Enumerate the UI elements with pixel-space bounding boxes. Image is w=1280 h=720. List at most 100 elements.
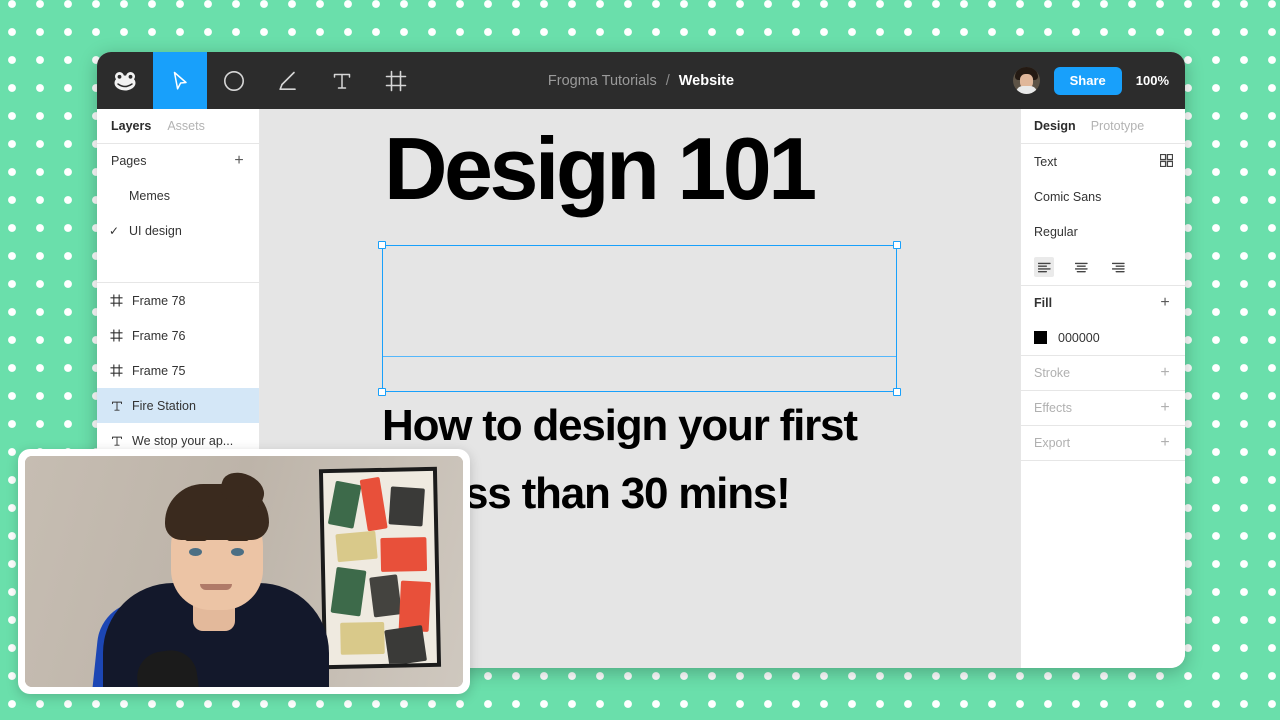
art-shape — [327, 480, 362, 529]
fill-label: Fill — [1034, 296, 1053, 310]
text-tool[interactable] — [315, 52, 369, 109]
layers-list: Frame 78 Frame 76 Frame 75 Fire Station … — [97, 282, 259, 458]
canvas-subtitle-line-1[interactable]: How to design your first — [382, 404, 858, 448]
pages-header: Pages + — [97, 144, 259, 178]
art-shape — [398, 580, 432, 632]
art-shape — [330, 566, 367, 617]
presenter-brow-left — [185, 536, 207, 541]
properties-panel: Design Prototype Text Comic Sans Regular… — [1020, 109, 1185, 668]
art-shape — [340, 621, 385, 655]
resize-handle-top-right[interactable] — [893, 241, 901, 249]
font-weight-value: Regular — [1034, 224, 1078, 239]
avatar-shirt — [1015, 86, 1037, 94]
presenter-eye-left — [189, 548, 202, 556]
fill-section-header: Fill + — [1021, 285, 1185, 320]
pages-label: Pages — [111, 154, 147, 168]
layer-row[interactable]: Frame 76 — [97, 318, 259, 353]
effects-section-header: Effects + — [1021, 390, 1185, 425]
frame-icon — [109, 364, 124, 377]
art-shape — [384, 624, 428, 667]
zoom-level[interactable]: 100% — [1136, 73, 1169, 88]
selection-bounding-box — [378, 241, 901, 396]
canvas-heading-text[interactable]: Design 101 — [384, 125, 817, 213]
font-family-field[interactable]: Comic Sans — [1021, 179, 1185, 214]
presenter-mouth — [200, 584, 232, 590]
add-fill-button[interactable]: + — [1157, 295, 1173, 311]
resize-handle-bottom-right[interactable] — [893, 388, 901, 396]
text-icon — [109, 435, 124, 447]
art-shape — [369, 574, 402, 618]
align-center-icon[interactable] — [1071, 257, 1091, 277]
text-icon — [109, 400, 124, 412]
check-icon: ✓ — [109, 223, 120, 238]
page-label: UI design — [129, 223, 182, 238]
shape-tool[interactable] — [207, 52, 261, 109]
art-shape — [388, 486, 425, 527]
page-label: Memes — [129, 188, 170, 203]
breadcrumb-separator: / — [665, 72, 670, 89]
pages-spacer — [97, 248, 259, 282]
art-shape — [380, 537, 428, 572]
breadcrumb-file[interactable]: Website — [679, 73, 734, 89]
text-baseline-guide — [383, 356, 896, 357]
layer-label: Fire Station — [132, 398, 196, 413]
art-shape — [335, 530, 378, 563]
wallpaper-background: Frogma Tutorials / Website Share 100% La… — [0, 0, 1280, 720]
move-tool[interactable] — [153, 52, 207, 109]
layer-row[interactable]: Frame 75 — [97, 353, 259, 388]
effects-label: Effects — [1034, 401, 1072, 415]
stroke-label: Stroke — [1034, 366, 1071, 380]
tab-prototype[interactable]: Prototype — [1091, 119, 1145, 133]
resize-handle-bottom-left[interactable] — [378, 388, 386, 396]
add-page-button[interactable]: + — [231, 153, 247, 169]
breadcrumb-project[interactable]: Frogma Tutorials — [548, 73, 657, 89]
add-effect-button[interactable]: + — [1157, 400, 1173, 416]
frogma-logo-icon[interactable] — [97, 52, 153, 109]
webcam-video — [25, 456, 463, 687]
share-button[interactable]: Share — [1053, 66, 1122, 95]
fill-color-row[interactable]: 000000 — [1021, 320, 1185, 355]
font-weight-field[interactable]: Regular — [1021, 214, 1185, 249]
stroke-section-header: Stroke + — [1021, 355, 1185, 390]
align-right-icon[interactable] — [1108, 257, 1128, 277]
frame-icon — [109, 329, 124, 342]
layer-row-selected[interactable]: Fire Station — [97, 388, 259, 423]
tab-assets[interactable]: Assets — [167, 119, 205, 133]
presenter-eye-right — [231, 548, 244, 556]
presenter-brow-right — [227, 536, 249, 541]
text-align-group — [1021, 249, 1185, 285]
left-panel-tabs: Layers Assets — [97, 109, 259, 144]
font-family-value: Comic Sans — [1034, 189, 1102, 204]
export-section-header: Export + — [1021, 425, 1185, 460]
layer-label: Frame 76 — [132, 328, 186, 343]
tab-layers[interactable]: Layers — [111, 119, 151, 133]
wall-art-frame — [318, 466, 442, 670]
right-panel-filler — [1021, 460, 1185, 668]
fill-color-hex[interactable]: 000000 — [1058, 331, 1100, 345]
text-section-label: Text — [1034, 154, 1057, 169]
layer-label: Frame 78 — [132, 293, 186, 308]
avatar[interactable] — [1012, 67, 1040, 94]
app-toolbar: Frogma Tutorials / Website Share 100% — [97, 52, 1185, 109]
frame-icon — [109, 294, 124, 307]
tab-design[interactable]: Design — [1034, 119, 1076, 133]
add-export-button[interactable]: + — [1157, 435, 1173, 451]
right-panel-tabs: Design Prototype — [1021, 109, 1185, 144]
layer-label: We stop your ap... — [132, 433, 234, 448]
toolbar-right-group: Share 100% — [1012, 52, 1169, 109]
fill-color-swatch[interactable] — [1034, 331, 1047, 344]
export-label: Export — [1034, 436, 1071, 450]
page-item-ui-design[interactable]: ✓ UI design — [97, 213, 259, 248]
align-left-icon[interactable] — [1034, 257, 1054, 277]
art-shape — [359, 476, 388, 532]
layer-row[interactable]: Frame 78 — [97, 283, 259, 318]
resize-handle-top-left[interactable] — [378, 241, 386, 249]
add-stroke-button[interactable]: + — [1157, 365, 1173, 381]
text-section-header: Text — [1021, 144, 1185, 179]
frame-tool[interactable] — [369, 52, 423, 109]
presenter-webcam-overlay[interactable] — [18, 449, 470, 694]
style-grid-icon[interactable] — [1159, 153, 1174, 170]
layer-label: Frame 75 — [132, 363, 186, 378]
page-item-memes[interactable]: Memes — [97, 178, 259, 213]
pen-tool[interactable] — [261, 52, 315, 109]
